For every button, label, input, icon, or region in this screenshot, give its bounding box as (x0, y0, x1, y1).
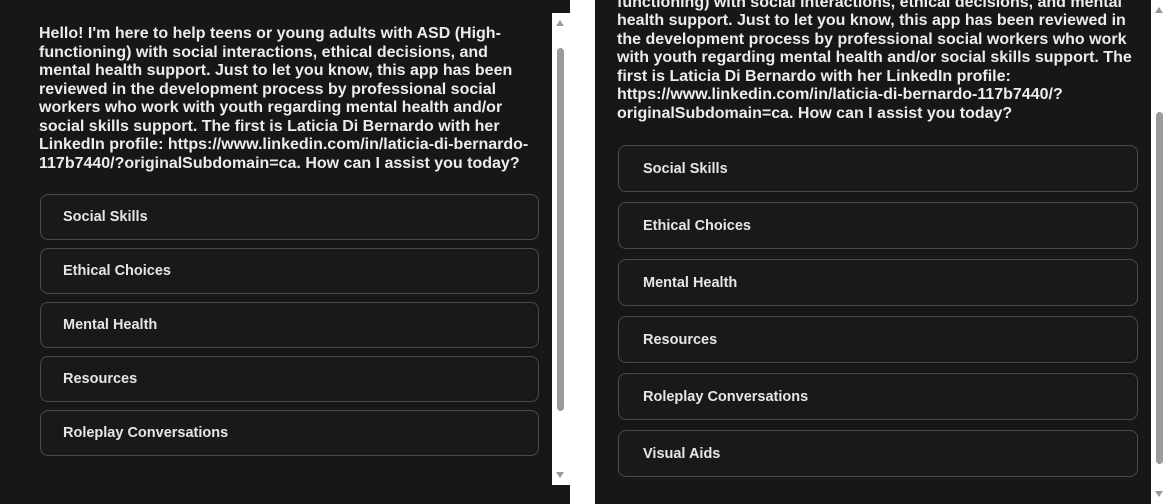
panel-bottom-edge (0, 485, 570, 504)
option-list-right: Social Skills Ethical Choices Mental Hea… (618, 145, 1138, 477)
scrollbar-left[interactable] (552, 13, 570, 485)
option-button-ethical-choices[interactable]: Ethical Choices (618, 202, 1138, 249)
scrollbar-thumb-left[interactable] (557, 48, 564, 411)
assistant-message-right: Hello! I'm here to help teens or young a… (617, 0, 1132, 122)
scroll-down-arrow-icon[interactable] (1155, 491, 1163, 497)
option-button-resources[interactable]: Resources (40, 356, 539, 402)
option-list-left: Social Skills Ethical Choices Mental Hea… (40, 194, 539, 456)
option-button-social-skills[interactable]: Social Skills (618, 145, 1138, 192)
option-button-roleplay-conversations[interactable]: Roleplay Conversations (618, 373, 1138, 420)
scroll-up-arrow-icon[interactable] (556, 20, 564, 26)
scroll-down-arrow-icon[interactable] (556, 472, 564, 478)
option-button-social-skills[interactable]: Social Skills (40, 194, 539, 240)
option-button-visual-aids[interactable]: Visual Aids (618, 430, 1138, 477)
scrollbar-right[interactable] (1151, 0, 1169, 504)
chat-panel-right: Hello! I'm here to help teens or young a… (595, 0, 1169, 504)
option-button-roleplay-conversations[interactable]: Roleplay Conversations (40, 410, 539, 456)
option-button-ethical-choices[interactable]: Ethical Choices (40, 248, 539, 294)
chat-content-left: Hello! I'm here to help teens or young a… (0, 0, 552, 456)
option-button-mental-health[interactable]: Mental Health (618, 259, 1138, 306)
option-button-mental-health[interactable]: Mental Health (40, 302, 539, 348)
scrollbar-thumb-right[interactable] (1156, 112, 1163, 464)
chat-content-right: Hello! I'm here to help teens or young a… (595, 0, 1151, 477)
chat-panel-left: Hello! I'm here to help teens or young a… (0, 0, 570, 504)
scroll-up-arrow-icon[interactable] (1155, 7, 1163, 13)
assistant-message-left: Hello! I'm here to help teens or young a… (39, 25, 529, 172)
option-button-resources[interactable]: Resources (618, 316, 1138, 363)
